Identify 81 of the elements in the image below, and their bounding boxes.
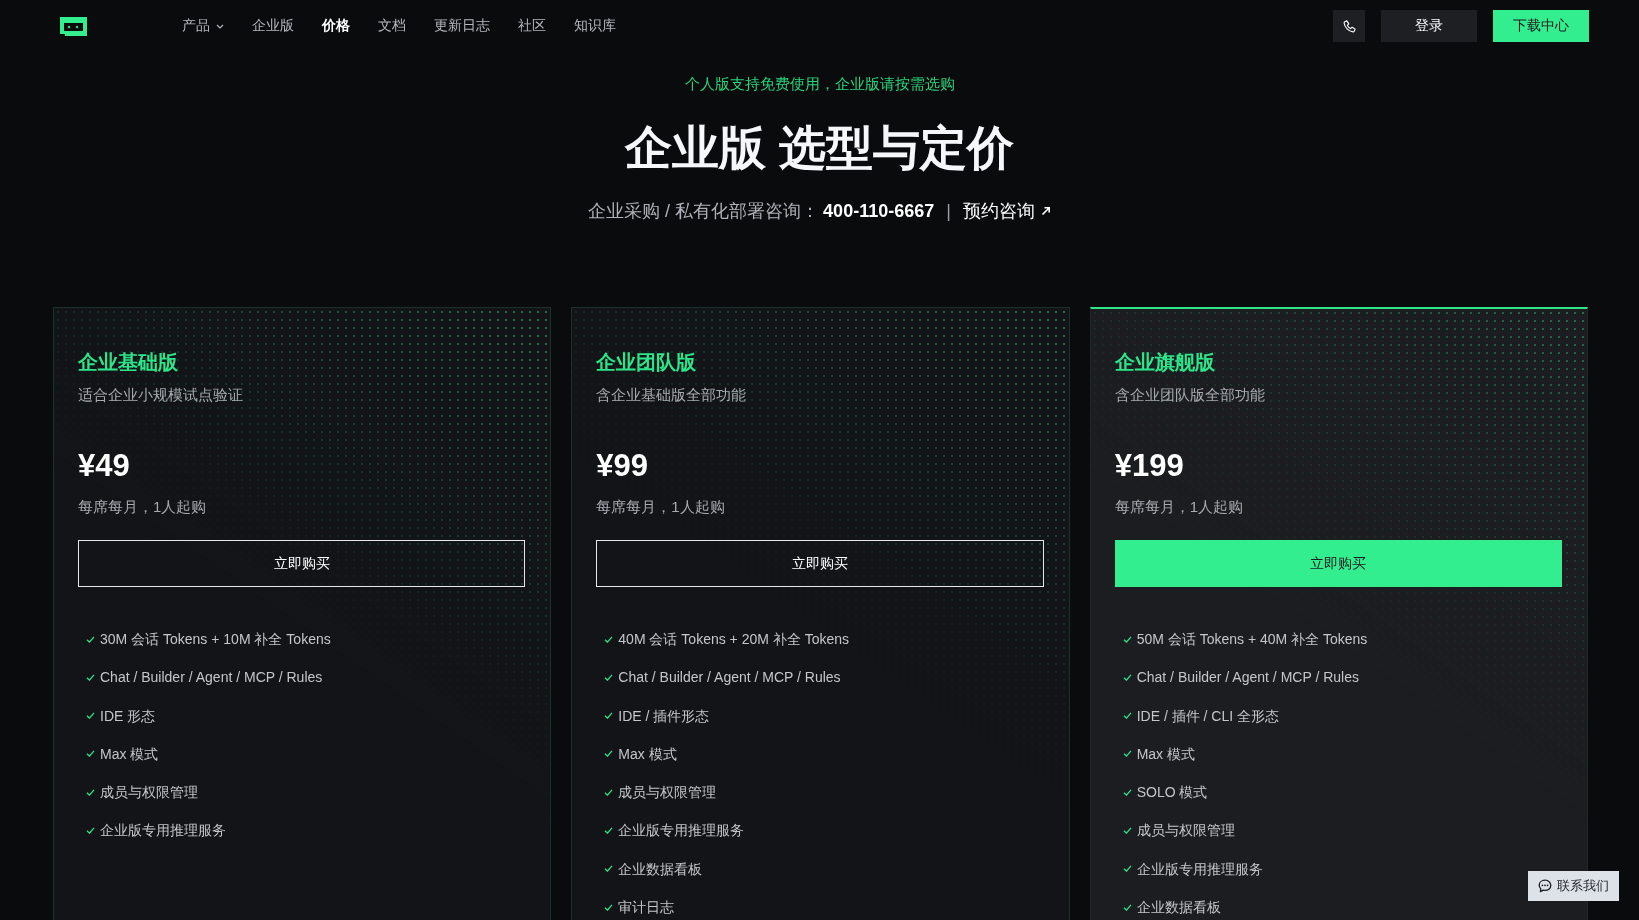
buy-button[interactable]: 立即购买 xyxy=(1114,540,1562,587)
plan-description: 含企业团队版全部功能 xyxy=(1114,385,1265,405)
feature-text: IDE / 插件 / CLI 全形态 xyxy=(1136,706,1279,726)
feature-text: Chat / Builder / Agent / MCP / Rules xyxy=(618,668,841,688)
check-icon xyxy=(604,635,614,643)
check-icon xyxy=(1122,750,1132,758)
phone-button[interactable] xyxy=(1333,10,1365,42)
feature-text: 企业数据看板 xyxy=(618,859,703,879)
check-icon xyxy=(86,788,95,796)
check-icon xyxy=(604,827,614,834)
feature-text: SOLO 模式 xyxy=(1136,783,1208,803)
plan-description: 适合企业小规模试点验证 xyxy=(78,385,243,405)
check-icon xyxy=(604,712,614,720)
nav-item[interactable]: 企业版 xyxy=(252,16,294,36)
feature-text: 成员与权限管理 xyxy=(100,783,198,803)
plan-name: 企业基础版 xyxy=(78,350,178,375)
check-icon xyxy=(86,750,95,758)
feature-text: Max 模式 xyxy=(1136,744,1195,764)
check-icon xyxy=(1122,712,1132,720)
buy-button[interactable]: 立即购买 xyxy=(78,540,526,587)
plan-price: ¥199 xyxy=(1114,447,1184,485)
check-icon xyxy=(1122,865,1132,873)
check-icon xyxy=(604,903,614,911)
feature-text: 企业版专用推理服务 xyxy=(618,821,745,841)
feature-text: 审计日志 xyxy=(618,898,675,918)
nav-item[interactable]: 社区 xyxy=(518,16,546,36)
feature-text: 30M 会话 Tokens + 10M 补全 Tokens xyxy=(100,630,331,649)
check-icon xyxy=(604,673,614,681)
chat-button[interactable]: 联系我们 xyxy=(1528,871,1619,901)
phone-number: 400-110-6667 xyxy=(823,200,935,223)
check-icon xyxy=(604,750,614,758)
check-icon xyxy=(86,712,95,720)
feature-text: 40M 会话 Tokens + 20M 补全 Tokens xyxy=(618,630,850,649)
price-note: 每席每月，1人起购 xyxy=(78,497,207,517)
page-title: 企业版 选型与定价 xyxy=(624,120,1015,176)
nav-item[interactable]: 更新日志 xyxy=(434,16,490,36)
check-icon xyxy=(604,788,614,796)
feature-text: Chat / Builder / Agent / MCP / Rules xyxy=(100,668,323,688)
check-icon xyxy=(1122,903,1132,911)
contact-label: 企业采购 / 私有化部署咨询： xyxy=(588,200,820,223)
feature-text: 企业版专用推理服务 xyxy=(1136,859,1263,879)
nav-item[interactable]: 产品 xyxy=(182,16,224,36)
chat-icon xyxy=(1538,879,1552,893)
check-icon xyxy=(1122,788,1132,796)
feature-text: Max 模式 xyxy=(618,744,677,764)
feature-text: 企业版专用推理服务 xyxy=(100,821,226,841)
check-icon xyxy=(86,673,95,681)
login-button[interactable]: 登录 xyxy=(1381,10,1477,42)
check-icon xyxy=(604,865,614,873)
download-button[interactable]: 下载中心 xyxy=(1493,10,1589,42)
feature-text: 50M 会话 Tokens + 40M 补全 Tokens xyxy=(1136,630,1368,649)
feature-text: Max 模式 xyxy=(100,744,159,764)
feature-text: 成员与权限管理 xyxy=(618,783,717,803)
plan-name: 企业旗舰版 xyxy=(1114,350,1215,375)
booking-link[interactable]: 预约咨询 xyxy=(962,198,1051,224)
price-note: 每席每月，1人起购 xyxy=(596,497,725,517)
chevron-icon xyxy=(216,23,224,29)
check-icon xyxy=(1122,827,1132,834)
nav-item[interactable]: 知识库 xyxy=(574,16,616,36)
nav-item[interactable]: 价格 xyxy=(322,16,350,36)
check-icon xyxy=(1122,635,1132,643)
plan-name: 企业团队版 xyxy=(596,350,697,375)
buy-button[interactable]: 立即购买 xyxy=(596,540,1044,587)
plan-description: 含企业基础版全部功能 xyxy=(596,385,747,405)
plan-price: ¥99 xyxy=(596,447,649,485)
feature-text: Chat / Builder / Agent / MCP / Rules xyxy=(1136,668,1359,688)
arrow-icon xyxy=(1040,206,1051,216)
feature-text: IDE 形态 xyxy=(100,706,156,726)
check-icon xyxy=(86,827,95,834)
price-note: 每席每月，1人起购 xyxy=(1114,497,1243,517)
nav-item[interactable]: 文档 xyxy=(378,16,406,36)
feature-text: IDE / 插件形态 xyxy=(618,706,710,726)
logo[interactable] xyxy=(60,16,87,36)
check-icon xyxy=(1122,673,1132,681)
feature-text: 企业数据看板 xyxy=(1136,898,1221,918)
separator: | xyxy=(946,200,951,223)
plan-price: ¥49 xyxy=(78,447,130,485)
tagline-text: 个人版支持免费使用，企业版请按需选购 xyxy=(684,75,955,94)
check-icon xyxy=(86,635,95,643)
phone-icon xyxy=(1341,18,1357,34)
feature-text: 成员与权限管理 xyxy=(1136,821,1235,841)
